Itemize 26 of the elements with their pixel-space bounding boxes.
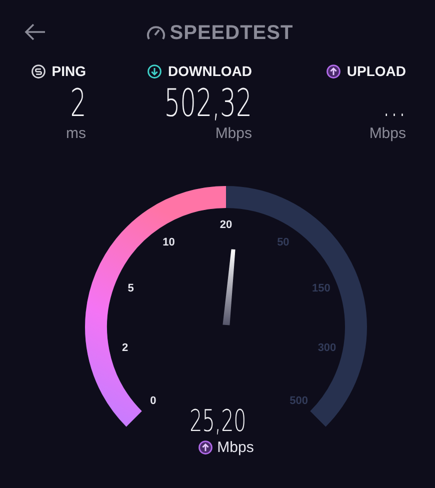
app-title: SPEEDTEST [170,22,294,44]
metric-label: UPLOAD [346,63,406,79]
speedometer-icon [146,24,166,42]
tick-label: 50 [277,236,290,248]
metric-unit: ms [66,125,86,143]
tick-label: 0 [150,394,156,407]
download-icon [147,64,162,78]
metric-unit: Mbps [369,125,406,143]
tick-label: 300 [318,342,336,354]
metric-value: 2 [70,81,86,125]
metric-label: DOWNLOAD [168,63,252,79]
tick-label: 5 [128,282,134,295]
tick-label: 20 [220,219,232,231]
speed-reading: 25,20 [189,405,246,439]
upload-icon [198,440,214,455]
tick-label: 150 [312,282,330,295]
speed-unit: Mbps [217,439,254,456]
tick-label: 500 [290,394,308,407]
metric-label: PING [52,63,86,79]
tick-label: 2 [122,342,128,354]
ping-icon [30,64,46,78]
upload-icon [326,64,341,78]
metric-unit: Mbps [215,125,252,143]
metric-value: ... [382,81,406,125]
tick-label: 10 [162,236,175,248]
metric-value: 502,32 [164,81,252,125]
